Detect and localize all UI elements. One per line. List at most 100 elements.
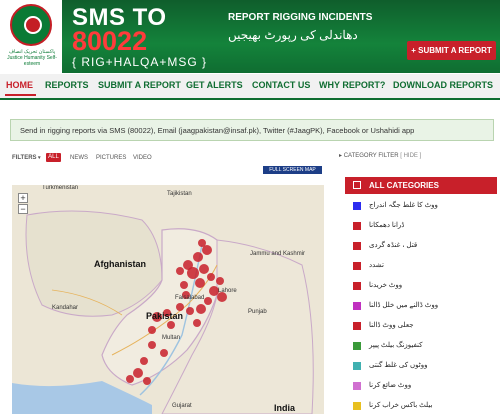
report-marker[interactable]	[140, 357, 148, 365]
nav-submit-report[interactable]: SUBMIT A REPORT	[98, 80, 181, 90]
category-swatch	[353, 262, 361, 270]
report-marker[interactable]	[193, 252, 203, 262]
category-swatch	[353, 242, 361, 250]
category-label: بیلٹ باکس خراب کرنا	[369, 402, 433, 409]
category-item[interactable]: کنفیوزنگ بیلٹ پیپر	[345, 338, 497, 354]
report-marker[interactable]	[196, 304, 206, 314]
report-marker[interactable]	[126, 375, 134, 383]
category-item[interactable]: ووٹ خریدنا	[345, 278, 497, 294]
nav-home[interactable]: HOME	[6, 80, 33, 90]
nav-download-reports[interactable]: DOWNLOAD REPORTS	[393, 80, 493, 90]
report-marker[interactable]	[180, 281, 188, 289]
category-label: ووٹ خریدنا	[369, 282, 403, 289]
fullscreen-map-button[interactable]: FULL SCREEN MAP	[263, 166, 322, 174]
map-label-pakistan: Pakistan	[146, 311, 184, 321]
map-label-india: India	[274, 403, 296, 413]
report-marker[interactable]	[160, 349, 168, 357]
filter-news[interactable]: NEWS	[70, 155, 88, 161]
site-header: پاکستان تحریک انصاف Justice Humanity Sel…	[0, 0, 500, 73]
filter-all[interactable]: ALL	[46, 153, 61, 162]
report-marker[interactable]	[216, 277, 224, 285]
category-item[interactable]: ووٹوں کی غلط گنتی	[345, 358, 497, 374]
category-swatch	[353, 181, 361, 189]
reports-map[interactable]: + − Turkmenistan Tajikistan Afghanistan …	[12, 185, 324, 414]
map-label-lahore: Lahore	[218, 288, 237, 294]
sea-area	[12, 381, 152, 414]
report-marker[interactable]	[207, 273, 215, 281]
nav-contact-us[interactable]: CONTACT US	[252, 80, 310, 90]
map-label-afghanistan: Afghanistan	[94, 259, 147, 269]
report-marker[interactable]	[143, 377, 151, 385]
filters-label: FILTERS	[12, 155, 37, 161]
category-all-label: ALL CATEGORIES	[369, 181, 439, 190]
category-item[interactable]: ووٹ ڈالنے میں خلل ڈالنا	[345, 298, 497, 314]
report-marker[interactable]	[148, 326, 156, 334]
category-item[interactable]: تشدد	[345, 258, 497, 274]
report-marker[interactable]	[193, 319, 201, 327]
nav-why-report[interactable]: WHY REPORT?	[319, 80, 385, 90]
map-label-tajikistan: Tajikistan	[167, 191, 192, 197]
category-item[interactable]: ڈرانا دھمکانا	[345, 218, 497, 234]
category-swatch	[353, 322, 361, 330]
category-swatch	[353, 222, 361, 230]
category-swatch	[353, 362, 361, 370]
category-label: ووٹ ضائع کرنا	[369, 382, 412, 389]
report-marker[interactable]	[199, 264, 209, 274]
category-item[interactable]: ووٹ ضائع کرنا	[345, 378, 497, 394]
report-marker[interactable]	[202, 245, 212, 255]
category-swatch	[353, 202, 361, 210]
category-item[interactable]: جعلی ووٹ ڈالنا	[345, 318, 497, 334]
report-marker[interactable]	[167, 321, 175, 329]
fullscreen-map-label: FULL SCREEN MAP	[269, 167, 316, 173]
zoom-in-button[interactable]: +	[18, 193, 28, 203]
category-swatch	[353, 282, 361, 290]
map-label-jammu-kashmir: Jammu and Kashmir	[250, 251, 306, 257]
category-list: ALL CATEGORIES ووٹ کا غلط جگہ اندراج ڈران…	[345, 172, 497, 414]
category-item[interactable]: ووٹ کا غلط جگہ اندراج	[345, 198, 497, 214]
logo-emblem-icon	[10, 4, 52, 46]
report-marker[interactable]	[187, 267, 199, 279]
category-swatch	[353, 302, 361, 310]
category-label: ڈرانا دھمکانا	[369, 222, 405, 229]
map-label-turkmenistan: Turkmenistan	[42, 185, 79, 191]
info-bar: Send in rigging reports via SMS (80022),…	[10, 119, 494, 141]
sms-format: { RIG+HALQA+MSG }	[72, 55, 208, 69]
category-item[interactable]: قتل ، غنڈہ گردی	[345, 238, 497, 254]
category-swatch	[353, 342, 361, 350]
category-label: کنفیوزنگ بیلٹ پیپر	[369, 342, 423, 349]
submit-report-label: SUBMIT A REPORT	[418, 46, 492, 55]
map-label-gujarat: Gujarat	[172, 403, 192, 409]
category-label: ووٹ کا غلط جگہ اندراج	[369, 202, 438, 209]
zoom-out-button[interactable]: −	[18, 204, 28, 214]
filter-arrow-icon: ▾	[38, 155, 41, 161]
category-label: ووٹوں کی غلط گنتی	[369, 362, 428, 369]
logo-text: پاکستان تحریک انصاف Justice Humanity Sel…	[7, 49, 57, 67]
sms-number: 80022	[72, 26, 148, 56]
filter-pictures[interactable]: PICTURES	[96, 155, 126, 161]
category-item[interactable]: بیلٹ باکس خراب کرنا	[345, 398, 497, 414]
report-marker[interactable]	[148, 341, 156, 349]
nav-reports[interactable]: REPORTS	[45, 80, 89, 90]
map-label-multan: Multan	[162, 335, 181, 341]
report-marker[interactable]	[133, 368, 143, 378]
filter-video[interactable]: VIDEO	[133, 155, 152, 161]
report-marker[interactable]	[195, 278, 205, 288]
report-marker[interactable]	[186, 307, 194, 315]
info-text: Send in rigging reports via SMS (80022),…	[20, 126, 415, 135]
map-canvas	[12, 210, 314, 414]
report-title: REPORT RIGGING INCIDENTS	[228, 12, 373, 23]
party-logo[interactable]: پاکستان تحریک انصاف Justice Humanity Sel…	[0, 0, 62, 73]
hide-link[interactable]: [ HIDE ]	[400, 153, 421, 159]
category-label: ووٹ ڈالنے میں خلل ڈالنا	[369, 302, 439, 309]
submit-report-button[interactable]: + SUBMIT A REPORT	[407, 41, 496, 60]
nav-get-alerts[interactable]: GET ALERTS	[186, 80, 243, 90]
nav-active-indicator	[5, 94, 36, 96]
category-all[interactable]: ALL CATEGORIES	[345, 177, 497, 194]
report-marker[interactable]	[176, 303, 184, 311]
report-marker[interactable]	[204, 297, 212, 305]
category-filter-label: CATEGORY FILTER	[343, 153, 399, 159]
map-label-punjab: Punjab	[248, 309, 267, 315]
category-label: تشدد	[369, 262, 384, 269]
report-marker[interactable]	[176, 267, 184, 275]
category-label: جعلی ووٹ ڈالنا	[369, 322, 414, 329]
